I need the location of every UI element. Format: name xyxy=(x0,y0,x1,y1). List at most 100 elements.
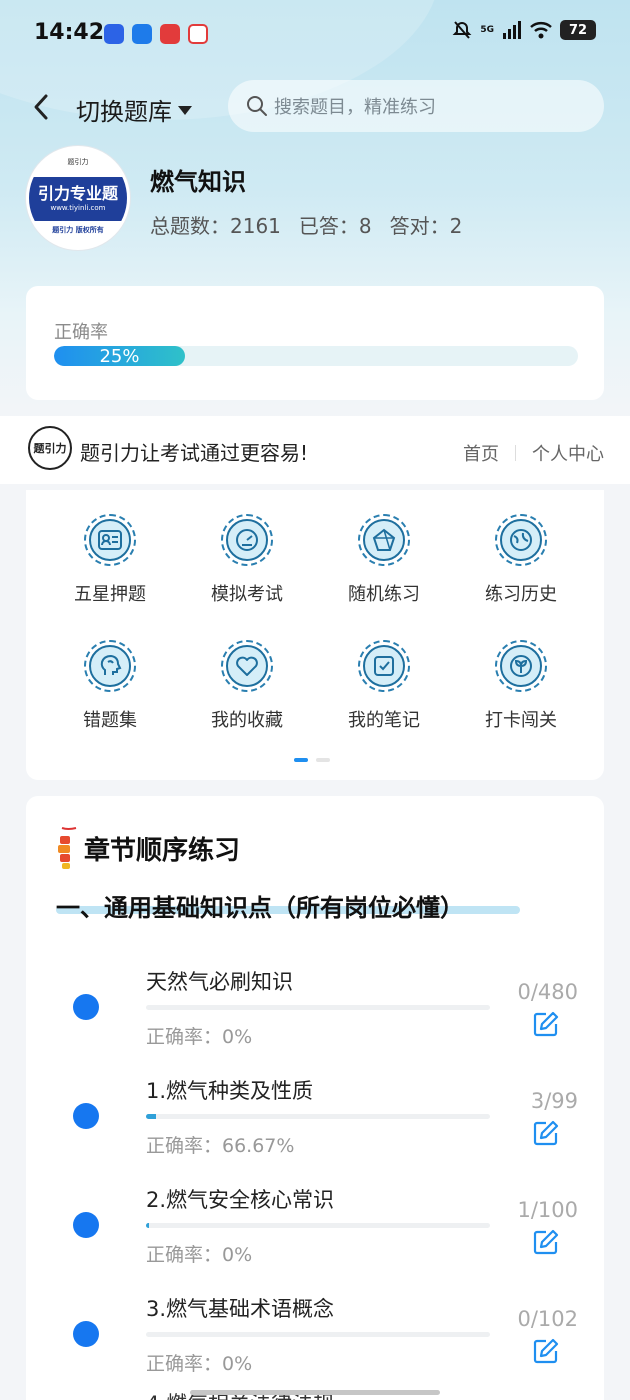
accuracy-label: 正确率 xyxy=(54,322,108,343)
feature-five-star[interactable]: 五星押题 xyxy=(50,514,170,606)
home-indicator[interactable] xyxy=(190,1390,440,1395)
feature-random-practice[interactable]: 随机练习 xyxy=(324,514,444,606)
edit-icon[interactable] xyxy=(532,1010,560,1038)
network-label: 5G xyxy=(480,25,494,35)
banner-links: 首页 个人中心 xyxy=(463,440,604,466)
accuracy-bar: 25% xyxy=(54,346,578,366)
chapter-progress xyxy=(146,1332,490,1337)
feature-label: 随机练习 xyxy=(348,584,420,605)
chapter-name: 1.燃气种类及性质 xyxy=(146,1079,314,1103)
answered-count: 已答：8 xyxy=(298,214,372,238)
switch-bank-label: 切换题库 xyxy=(76,98,172,126)
status-time: 14:42 xyxy=(34,20,105,45)
edit-icon[interactable] xyxy=(532,1119,560,1147)
chapter-accuracy: 正确率：66.67% xyxy=(146,1135,295,1157)
feature-label: 练习历史 xyxy=(485,584,557,605)
edit-icon[interactable] xyxy=(532,1337,560,1365)
feature-favorites[interactable]: 我的收藏 xyxy=(187,640,307,732)
sprout-icon xyxy=(510,655,532,677)
home-link[interactable]: 首页 xyxy=(463,440,499,466)
page-dot-active xyxy=(294,758,308,762)
chapter-row[interactable]: 3.燃气基础术语概念 正确率：0% 0/102 xyxy=(26,1283,604,1383)
battery-indicator: 72 xyxy=(560,20,596,40)
feature-label: 五星押题 xyxy=(74,584,146,605)
bank-title: 燃气知识 xyxy=(150,168,246,196)
id-card-icon xyxy=(98,530,122,550)
caret-down-icon xyxy=(178,106,192,115)
search-icon xyxy=(247,96,267,116)
chapter-bullet xyxy=(73,1321,99,1347)
switch-bank-dropdown[interactable]: 切换题库 xyxy=(76,92,192,127)
chapter-count: 3/99 xyxy=(530,1089,578,1113)
chapter-bullet xyxy=(73,1103,99,1129)
feature-history[interactable]: 练习历史 xyxy=(461,514,581,606)
bank-logo: 题引力 引力专业题 www.tiyinli.com 题引力 版权所有 xyxy=(26,146,130,250)
banner-slogan: 题引力让考试通过更容易! xyxy=(80,441,309,465)
search-placeholder: 搜索题目，精准练习 xyxy=(274,97,436,118)
heart-icon xyxy=(236,656,258,676)
section-title: 一、通用基础知识点（所有岗位必懂） xyxy=(56,894,464,922)
chapter-accuracy: 正确率：0% xyxy=(146,1353,253,1375)
feature-label: 我的收藏 xyxy=(211,710,283,731)
accuracy-percent: 25% xyxy=(99,346,140,366)
chapter-count: 1/100 xyxy=(517,1198,578,1222)
mute-bell-icon xyxy=(452,21,472,39)
feature-mock-exam[interactable]: 模拟考试 xyxy=(187,514,307,606)
firecracker-icon xyxy=(58,827,77,869)
chapter-bullet xyxy=(73,994,99,1020)
feature-label: 我的笔记 xyxy=(348,710,420,731)
note-check-icon xyxy=(374,656,394,676)
logo-bottom-text: 题引力 版权所有 xyxy=(52,226,104,234)
feature-checkin[interactable]: 打卡闯关 xyxy=(461,640,581,732)
chapter-accuracy: 正确率：0% xyxy=(146,1244,253,1266)
chapter-row[interactable]: 1.燃气种类及性质 正确率：66.67% 3/99 xyxy=(26,1065,604,1165)
feature-label: 错题集 xyxy=(83,710,137,731)
logo-main-text: 引力专业题 xyxy=(37,184,118,204)
chapter-title: 章节顺序练习 xyxy=(84,835,241,866)
link-divider xyxy=(515,445,516,461)
chapter-count: 0/102 xyxy=(517,1307,578,1331)
feature-label: 打卡闯关 xyxy=(485,710,557,731)
profile-link[interactable]: 个人中心 xyxy=(532,440,604,466)
feature-wrong-answers[interactable]: 错题集 xyxy=(50,640,170,732)
chapter-count: 0/480 xyxy=(517,980,578,1004)
search-bar[interactable]: 搜索题目，精准练习 xyxy=(228,80,604,132)
app-notification-icon xyxy=(104,24,124,44)
wifi-icon xyxy=(530,22,552,39)
logo-band: 引力专业题 www.tiyinli.com xyxy=(29,177,127,221)
back-arrow-icon[interactable] xyxy=(28,90,54,124)
chapter-row[interactable]: 天然气必刷知识 正确率：0% 0/480 xyxy=(26,956,604,1056)
signal-icon xyxy=(503,21,521,39)
chapter-header: 章节顺序练习 xyxy=(54,826,240,870)
promo-banner: 题引力 题引力让考试通过更容易! 首页 个人中心 xyxy=(0,416,630,484)
chapter-progress-fill xyxy=(146,1114,157,1119)
accuracy-card: 正确率 25% xyxy=(26,286,604,400)
chapter-row[interactable]: 2.燃气安全核心常识 正确率：0% 1/100 xyxy=(26,1174,604,1274)
total-count: 总题数：2161 xyxy=(150,214,281,238)
chapter-progress xyxy=(146,1114,490,1119)
logo-top-text: 题引力 xyxy=(67,158,89,166)
chapter-progress xyxy=(146,1223,490,1228)
status-bar: 14:42 5G 72 xyxy=(0,0,630,68)
app-notification-icon xyxy=(132,24,152,44)
app-notification-icon xyxy=(160,24,180,44)
logo-url-text: www.tiyinli.com xyxy=(50,203,106,212)
bank-stats: 总题数：2161 已答：8 答对：2 xyxy=(150,210,462,239)
brand-logo: 题引力 xyxy=(28,426,72,470)
chapter-name: 3.燃气基础术语概念 xyxy=(146,1297,335,1321)
chapter-name: 2.燃气安全核心常识 xyxy=(146,1188,335,1212)
head-icon xyxy=(100,654,122,675)
page-indicator xyxy=(294,758,330,762)
feature-notes[interactable]: 我的笔记 xyxy=(324,640,444,732)
chapter-name: 天然气必刷知识 xyxy=(146,970,293,994)
chapter-bullet xyxy=(73,1212,99,1238)
chapter-progress-fill xyxy=(146,1223,150,1228)
feature-label: 模拟考试 xyxy=(211,584,283,605)
app-notification-icon xyxy=(188,24,208,44)
edit-icon[interactable] xyxy=(532,1228,560,1256)
page-dot xyxy=(316,758,330,762)
chapter-accuracy: 正确率：0% xyxy=(146,1026,253,1048)
gauge-icon xyxy=(236,529,258,551)
correct-count: 答对：2 xyxy=(389,214,463,238)
network-icon xyxy=(372,528,396,551)
